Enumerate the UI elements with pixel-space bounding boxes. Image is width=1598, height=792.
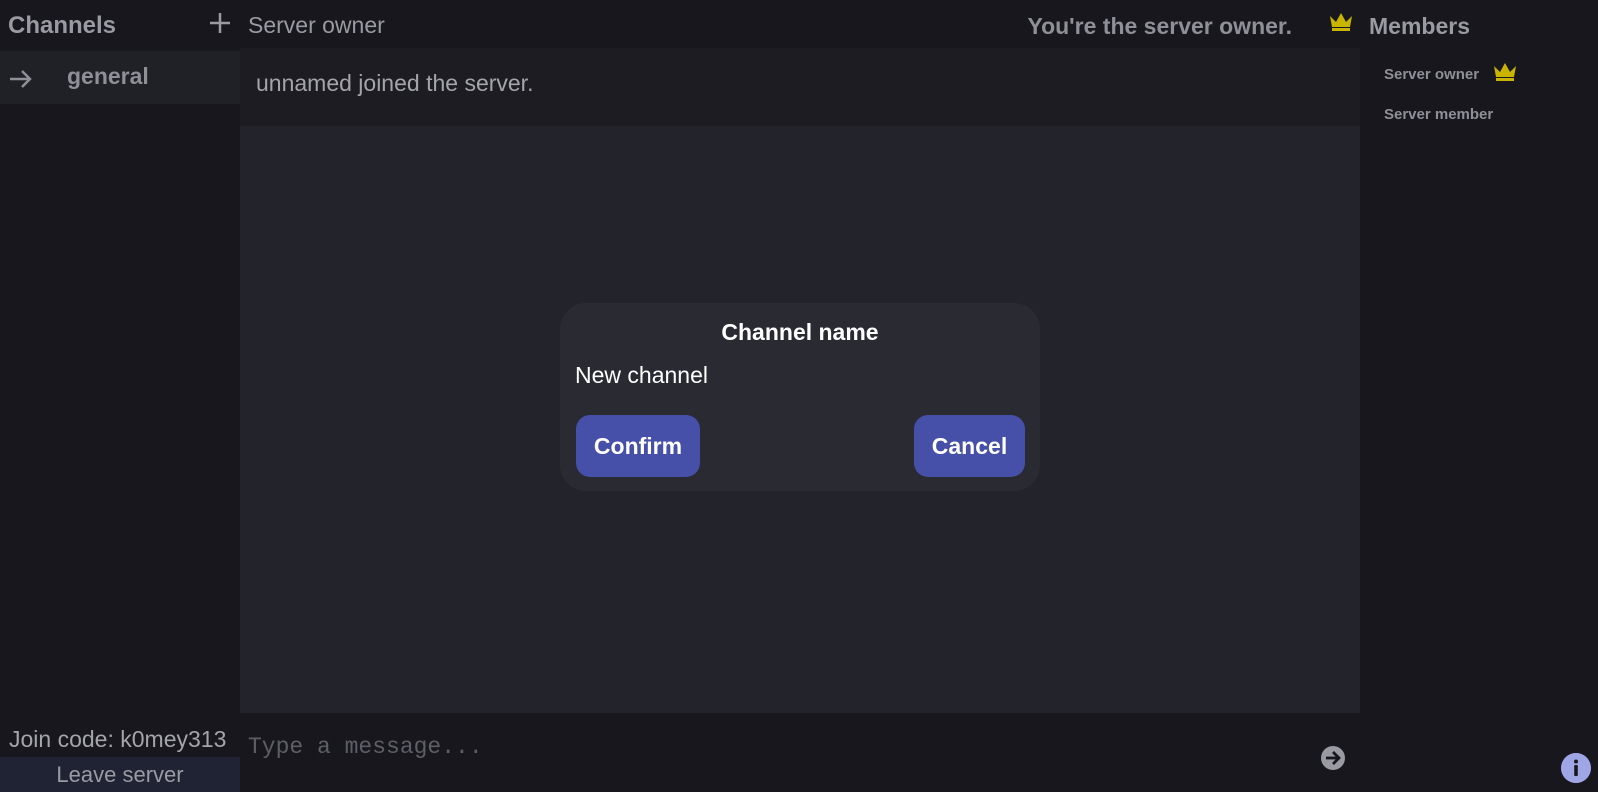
- member-item-member[interactable]: Server member: [1384, 106, 1493, 123]
- cancel-button[interactable]: Cancel: [914, 415, 1025, 477]
- channels-header: Channels: [0, 0, 240, 48]
- add-channel-icon[interactable]: [207, 10, 233, 36]
- join-code: Join code: k0mey313: [9, 726, 227, 752]
- channel-label: general: [67, 63, 149, 89]
- top-bar: Server owner You're the server owner.: [240, 0, 1360, 48]
- dialog-title: Channel name: [721, 319, 879, 345]
- channel-item-general[interactable]: general: [0, 51, 240, 104]
- channel-name-input[interactable]: [575, 355, 1025, 395]
- members-title: Members: [1369, 13, 1470, 39]
- leave-server-button[interactable]: Leave server: [0, 757, 240, 792]
- channel-name-dialog: Channel name Confirm Cancel: [560, 303, 1040, 491]
- arrow-right-icon: [10, 70, 32, 88]
- channels-sidebar: Channels general Join code: k0mey313 Lea…: [0, 0, 240, 792]
- send-icon[interactable]: [1320, 745, 1346, 771]
- server-name: Server owner: [248, 12, 385, 38]
- message-input[interactable]: [248, 727, 1278, 767]
- member-item-owner[interactable]: Server owner: [1384, 66, 1479, 83]
- members-sidebar: Members Server owner Server member: [1360, 0, 1598, 792]
- channels-title: Channels: [8, 12, 117, 39]
- system-message-text: unnamed joined the server.: [256, 70, 534, 96]
- owner-status: You're the server owner.: [1027, 13, 1292, 39]
- crown-icon: [1494, 63, 1516, 81]
- confirm-button[interactable]: Confirm: [576, 415, 700, 477]
- message-bar: [240, 713, 1360, 792]
- crown-icon: [1330, 13, 1352, 31]
- system-message: unnamed joined the server.: [240, 48, 1360, 126]
- info-icon[interactable]: [1561, 753, 1591, 783]
